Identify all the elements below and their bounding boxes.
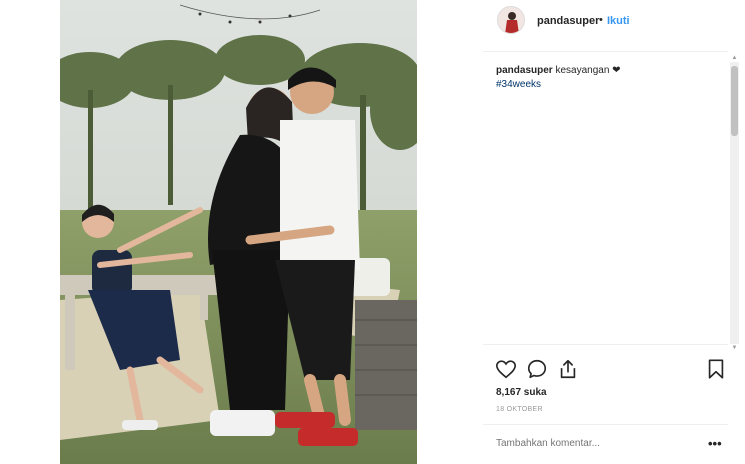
follow-button[interactable]: Ikuti [607, 15, 630, 27]
more-options-icon[interactable]: ••• [708, 436, 722, 451]
post-timestamp: 18 OKTOBER [496, 406, 543, 413]
caption-text: kesayangan ❤ [555, 65, 621, 76]
instagram-post-view: pandasuper • Ikuti pandasuper kesayangan… [0, 0, 745, 464]
likes-count[interactable]: 8,167 suka [496, 387, 547, 398]
actions-divider [483, 344, 728, 345]
share-icon[interactable] [557, 358, 579, 380]
heart-icon[interactable] [495, 358, 517, 380]
author-username[interactable]: pandasuper [537, 15, 599, 27]
comment-bubble-icon[interactable] [526, 358, 548, 380]
caption-scrollbar[interactable] [730, 62, 739, 344]
post-sidebar: pandasuper • Ikuti pandasuper kesayangan… [483, 0, 728, 464]
avatar-image [498, 7, 524, 33]
post-photo[interactable] [60, 0, 417, 464]
avatar[interactable] [497, 6, 525, 34]
separator-dot: • [599, 14, 603, 26]
hashtag-link[interactable]: #34weeks [496, 78, 716, 92]
post-header: pandasuper • Ikuti [483, 0, 728, 52]
left-margin [0, 0, 60, 464]
bookmark-icon[interactable] [705, 358, 727, 380]
scroll-up-arrow[interactable]: ▲ [730, 54, 739, 62]
scroll-down-arrow[interactable]: ▼ [730, 344, 739, 352]
scrollbar-thumb[interactable] [731, 66, 738, 136]
post-photo-illustration [60, 0, 417, 464]
caption-username[interactable]: pandasuper [496, 65, 553, 76]
post-caption: pandasuper kesayangan ❤ #34weeks [496, 64, 716, 92]
comment-input[interactable] [496, 438, 686, 449]
comment-divider [483, 424, 728, 425]
